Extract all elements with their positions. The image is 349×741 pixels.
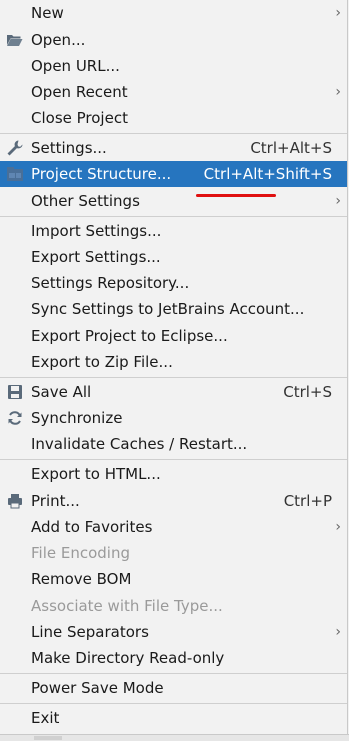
menu-item-export-zip[interactable]: Export to Zip File... [0, 349, 347, 375]
menu-item-open-recent[interactable]: Open Recent › [0, 79, 347, 105]
menu-item-print[interactable]: Print... Ctrl+P [0, 488, 347, 514]
menu-item-label: Export Project to Eclipse... [31, 327, 228, 345]
menu-separator [0, 216, 347, 217]
project-structure-icon [6, 165, 24, 183]
file-menu: New › Open... Open URL... Open Recent › … [0, 0, 348, 734]
menu-item-label: File Encoding [31, 544, 130, 562]
menu-item-label: Open... [31, 31, 86, 49]
editor-tab-stub[interactable] [34, 736, 62, 740]
menu-item-settings-repository[interactable]: Settings Repository... [0, 270, 347, 296]
chevron-right-icon: › [335, 84, 341, 100]
menu-item-project-structure[interactable]: Project Structure... Ctrl+Alt+Shift+S [0, 161, 347, 187]
menu-item-label: Other Settings [31, 192, 140, 210]
menu-item-close-project[interactable]: Close Project [0, 105, 347, 131]
menu-item-label: Open Recent [31, 83, 128, 101]
menu-item-label: Project Structure... [31, 165, 172, 183]
menu-item-label: Synchronize [31, 409, 123, 427]
menu-separator [0, 133, 347, 134]
menu-item-label: Remove BOM [31, 570, 132, 588]
menu-separator [0, 459, 347, 460]
menu-item-associate-file-type: Associate with File Type... [0, 593, 347, 619]
menu-item-label: Make Directory Read-only [31, 649, 225, 667]
menu-item-sync-settings[interactable]: Sync Settings to JetBrains Account... [0, 296, 347, 322]
printer-icon [6, 492, 24, 510]
menu-item-save-all[interactable]: Save All Ctrl+S [0, 379, 347, 405]
menu-item-open-url[interactable]: Open URL... [0, 53, 347, 79]
menu-item-label: New [31, 4, 64, 22]
menu-item-label: Add to Favorites [31, 518, 153, 536]
menu-item-label: Sync Settings to JetBrains Account... [31, 300, 305, 318]
menu-item-settings[interactable]: Settings... Ctrl+Alt+S [0, 135, 347, 161]
menu-item-make-readonly[interactable]: Make Directory Read-only [0, 645, 347, 671]
menu-item-label: Power Save Mode [31, 679, 164, 697]
menu-separator [0, 673, 347, 674]
menu-item-shortcut: Ctrl+P [283, 492, 332, 510]
menu-item-label: Open URL... [31, 57, 120, 75]
menu-item-export-html[interactable]: Export to HTML... [0, 461, 347, 487]
menu-item-import-settings[interactable]: Import Settings... [0, 218, 347, 244]
menu-item-label: Associate with File Type... [31, 597, 223, 615]
menu-item-label: Print... [31, 492, 80, 510]
menu-item-label: Settings Repository... [31, 274, 190, 292]
menu-item-label: Import Settings... [31, 222, 162, 240]
menu-item-label: Export Settings... [31, 248, 161, 266]
menu-item-label: Export to Zip File... [31, 353, 173, 371]
save-icon [6, 383, 24, 401]
menu-item-remove-bom[interactable]: Remove BOM [0, 566, 347, 592]
menu-separator [0, 377, 347, 378]
menu-item-exit[interactable]: Exit [0, 705, 347, 731]
menu-item-line-separators[interactable]: Line Separators › [0, 619, 347, 645]
menu-item-label: Close Project [31, 109, 128, 127]
menu-item-file-encoding: File Encoding [0, 540, 347, 566]
menu-item-new[interactable]: New › [0, 0, 347, 26]
chevron-right-icon: › [335, 624, 341, 640]
chevron-right-icon: › [335, 519, 341, 535]
menu-item-power-save[interactable]: Power Save Mode [0, 675, 347, 701]
folder-open-icon [6, 31, 24, 49]
menu-item-label: Save All [31, 383, 92, 401]
menu-item-label: Exit [31, 709, 60, 727]
refresh-icon [6, 409, 24, 427]
menu-item-shortcut: Ctrl+S [283, 383, 332, 401]
menu-item-label: Invalidate Caches / Restart... [31, 435, 248, 453]
wrench-icon [6, 139, 24, 157]
menu-separator [0, 703, 347, 704]
menu-item-label: Settings... [31, 139, 107, 157]
chevron-right-icon: › [335, 5, 341, 21]
menu-item-label: Export to HTML... [31, 465, 161, 483]
menu-item-open[interactable]: Open... [0, 27, 347, 53]
menu-item-other-settings[interactable]: Other Settings › [0, 188, 347, 214]
menu-item-shortcut: Ctrl+Alt+S [250, 139, 332, 157]
chevron-right-icon: › [335, 193, 341, 209]
menu-item-synchronize[interactable]: Synchronize [0, 405, 347, 431]
menu-item-add-favorites[interactable]: Add to Favorites › [0, 514, 347, 540]
menu-item-export-settings[interactable]: Export Settings... [0, 244, 347, 270]
menu-item-label: Line Separators [31, 623, 149, 641]
menu-item-export-eclipse[interactable]: Export Project to Eclipse... [0, 323, 347, 349]
menu-item-invalidate-caches[interactable]: Invalidate Caches / Restart... [0, 431, 347, 457]
menu-item-shortcut: Ctrl+Alt+Shift+S [203, 165, 332, 183]
